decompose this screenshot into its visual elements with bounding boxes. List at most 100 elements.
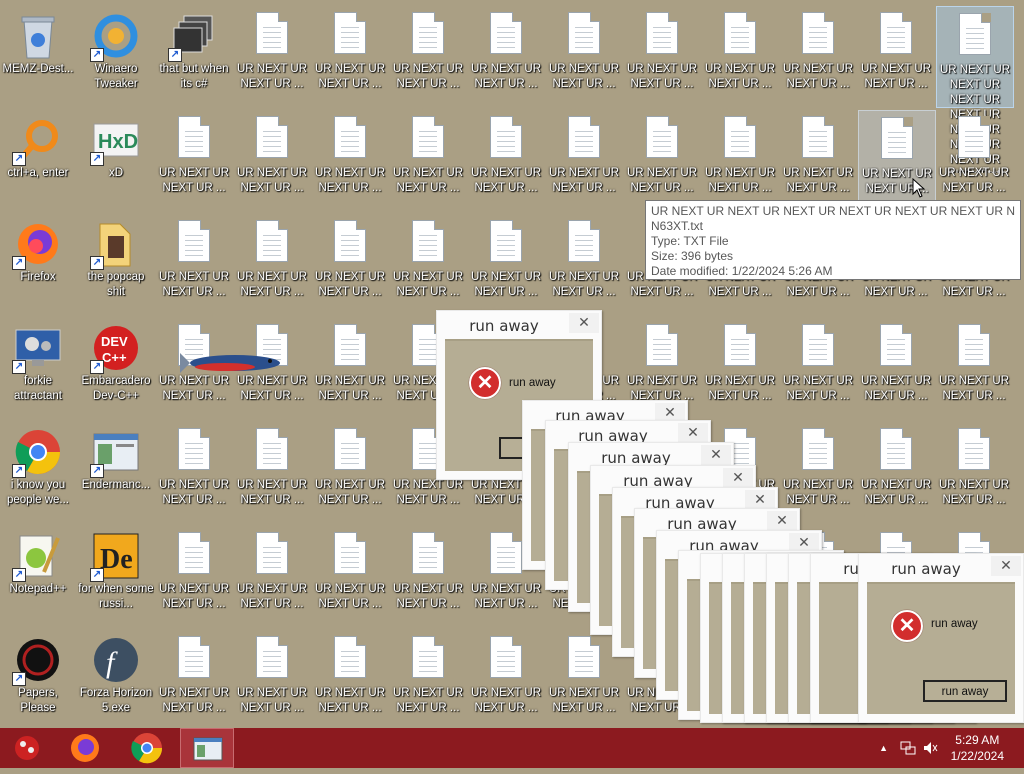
txt-file-icon-item[interactable]: UR NEXT UR NEXT UR ... xyxy=(468,214,544,314)
text-document-icon xyxy=(170,428,218,476)
desktop[interactable]: MEMZ-Dest... ↗ Winaero Tweaker ↗ that bu… xyxy=(0,0,1024,728)
desktop-icon-endermanch[interactable]: ↗ Endermanc... xyxy=(78,422,154,522)
dialog-close-button[interactable]: ✕ xyxy=(991,556,1021,576)
txt-file-icon-item[interactable]: UR NEXT UR NEXT UR ... xyxy=(780,6,856,106)
txt-file-icon-item[interactable]: UR NEXT UR NEXT UR ... xyxy=(156,110,232,210)
text-document-icon xyxy=(950,116,998,164)
txt-file-icon-item[interactable]: UR NEXT UR NEXT UR ... xyxy=(780,422,856,522)
txt-file-icon-item[interactable]: UR NEXT UR NEXT UR ... xyxy=(936,422,1012,522)
desktop-icon-devcpp[interactable]: DEV C++ ↗ Embarcadero Dev-C++ xyxy=(78,318,154,418)
shortcut-arrow-icon: ↗ xyxy=(12,672,26,686)
txt-file-icon-item[interactable]: UR NEXT UR NEXT UR ... xyxy=(702,110,778,210)
volume-muted-icon[interactable] xyxy=(922,740,938,756)
windows-stack-icon: ↗ xyxy=(168,12,218,62)
desktop-icon-forkie[interactable]: ↗ forkie attractant xyxy=(0,318,76,418)
txt-file-icon-item[interactable]: UR NEXT UR NEXT UR ... xyxy=(468,110,544,210)
txt-file-icon-item[interactable]: UR NEXT UR NEXT UR ... xyxy=(546,110,622,210)
text-document-icon xyxy=(326,532,374,580)
txt-file-icon-item[interactable]: UR NEXT UR NEXT UR ... xyxy=(234,110,310,210)
dialog-close-button[interactable]: ✕ xyxy=(569,313,599,333)
desktop-icon-xd[interactable]: HxD ↗ xD xyxy=(78,110,154,210)
txt-file-icon-item[interactable]: UR NEXT UR NEXT UR ... xyxy=(702,6,778,106)
desktop-icon-firefox[interactable]: ↗ Firefox xyxy=(0,214,76,314)
shortcut-arrow-icon: ↗ xyxy=(12,152,26,166)
desktop-icon-popcap[interactable]: ↗ the popcap shit xyxy=(78,214,154,314)
txt-file-icon-item[interactable]: UR NEXT UR NEXT UR ... xyxy=(858,318,934,418)
txt-file-icon-item[interactable]: UR NEXT UR NEXT UR ... xyxy=(468,630,544,728)
text-document-icon xyxy=(404,12,452,60)
txt-file-icon-item[interactable]: UR NEXT UR NEXT UR ... xyxy=(624,110,700,210)
txt-file-icon-item[interactable]: UR NEXT UR NEXT UR ... xyxy=(390,214,466,314)
text-document-icon xyxy=(950,428,998,476)
text-document-icon xyxy=(560,116,608,164)
txt-file-icon-item[interactable]: UR NEXT UR NEXT UR ... xyxy=(312,6,388,106)
txt-file-icon-item[interactable]: UR NEXT UR NEXT UR ... xyxy=(234,526,310,626)
txt-file-icon-item[interactable]: UR NEXT UR NEXT UR ... xyxy=(156,630,232,728)
taskbar-firefox[interactable] xyxy=(58,728,112,768)
text-document-icon xyxy=(248,636,296,684)
dialog-close-button[interactable]: ✕ xyxy=(678,423,708,443)
txt-file-icon-item[interactable]: UR NEXT UR NEXT UR ... xyxy=(858,6,934,106)
desktop-icon-forza[interactable]: f Forza Horizon 5.exe xyxy=(78,630,154,728)
txt-file-icon-item[interactable]: UR NEXT UR NEXT UR ... xyxy=(390,110,466,210)
text-document-icon xyxy=(872,12,920,60)
txt-file-icon-item[interactable]: UR NEXT UR NEXT UR ... xyxy=(312,214,388,314)
txt-file-icon-item[interactable]: UR NEXT UR NEXT UR ... xyxy=(624,6,700,106)
txt-file-icon-item[interactable]: UR NEXT UR NEXT UR ... xyxy=(156,422,232,522)
desktop-icon-chrome[interactable]: ↗ i know you people we... xyxy=(0,422,76,522)
txt-file-icon-item[interactable]: UR NEXT UR NEXT UR ... xyxy=(858,422,934,522)
txt-file-icon-item[interactable]: UR NEXT UR NEXT UR ... xyxy=(156,214,232,314)
tray-show-hidden-button[interactable]: ▲ xyxy=(879,743,888,753)
taskbar-memz[interactable] xyxy=(0,728,54,768)
run-away-dialog[interactable]: run away ✕ ✕ run away run away xyxy=(858,553,1024,723)
txt-file-icon-item[interactable]: UR NEXT UR NEXT UR ... xyxy=(468,6,544,106)
txt-file-icon-item[interactable]: UR NEXT UR NEXT UR ... xyxy=(390,6,466,106)
txt-file-icon-item[interactable]: UR NEXT UR NEXT UR ... xyxy=(780,318,856,418)
txt-file-icon-item[interactable]: UR NEXT UR NEXT UR ... xyxy=(780,110,856,210)
text-document-icon xyxy=(404,220,452,268)
desktop-icon-winaero[interactable]: ↗ Winaero Tweaker xyxy=(78,6,154,106)
txt-file-icon-item[interactable]: UR NEXT UR NEXT UR ... xyxy=(390,630,466,728)
txt-file-icon-item[interactable]: UR NEXT UR NEXT UR ... xyxy=(234,630,310,728)
desktop-icon-memz[interactable]: MEMZ-Dest... xyxy=(0,6,76,106)
taskbar-clock[interactable]: 5:29 AM 1/22/2024 xyxy=(951,732,1004,764)
error-icon: ✕ xyxy=(469,367,501,399)
txt-file-icon-item[interactable]: UR NEXT UR NEXT UR ... xyxy=(312,526,388,626)
txt-file-icon-item[interactable]: UR NEXT UR NEXT UR ... xyxy=(312,318,388,418)
text-document-icon xyxy=(873,117,921,165)
txt-file-icon-item[interactable]: UR NEXT UR NEXT UR ... xyxy=(936,318,1012,418)
run-away-button[interactable]: run away xyxy=(923,680,1007,702)
txt-file-icon-item[interactable]: UR NEXT UR NEXT UR ... xyxy=(234,422,310,522)
dialog-close-button[interactable]: ✕ xyxy=(723,468,753,488)
txt-file-icon-item[interactable]: UR NEXT UR NEXT UR ... xyxy=(546,214,622,314)
dialog-frame xyxy=(745,582,753,722)
network-icon[interactable] xyxy=(900,740,916,756)
txt-file-icon-item[interactable]: UR NEXT UR NEXT UR ... xyxy=(312,630,388,728)
desktop-icon-notepadpp[interactable]: ↗ Notepad++ xyxy=(0,526,76,626)
desktop-icon-that-but-csharp[interactable]: ↗ that but when its c# xyxy=(156,6,232,106)
dialog-close-button[interactable]: ✕ xyxy=(767,511,797,531)
txt-file-icon-item[interactable]: UR NEXT UR NEXT UR ... xyxy=(546,6,622,106)
text-document-icon xyxy=(794,12,842,60)
txt-file-icon-item[interactable]: UR NEXT UR NEXT UR ... xyxy=(702,318,778,418)
txt-file-icon-item[interactable]: UR NEXT UR NEXT UR ... xyxy=(312,110,388,210)
dialog-close-button[interactable]: ✕ xyxy=(745,490,775,510)
dialog-message: run away xyxy=(509,377,556,389)
txt-file-icon-item[interactable]: UR NEXT UR NEXT UR ... xyxy=(234,6,310,106)
taskbar-chrome[interactable] xyxy=(120,728,174,768)
txt-file-icon-item[interactable]: UR NEXT UR NEXT UR NEXT UR NEXT UR NEXT … xyxy=(936,6,1014,173)
txt-file-icon-item[interactable]: UR NEXT UR NEXT UR ... xyxy=(936,110,1012,210)
txt-file-icon-item[interactable]: UR NEXT UR NEXT UR ... xyxy=(390,526,466,626)
txt-file-icon-item[interactable]: UR NEXT UR NEXT UR ... xyxy=(312,422,388,522)
desktop-icon-ctrl-a-enter[interactable]: ↗ ctrl+a, enter xyxy=(0,110,76,210)
desktop-icon-die[interactable]: De ↗ for when some russi... xyxy=(78,526,154,626)
text-document-icon xyxy=(248,220,296,268)
desktop-icon-papers-please[interactable]: ↗ Papers, Please xyxy=(0,630,76,728)
taskbar-app-window[interactable] xyxy=(180,728,234,768)
svg-text:DEV: DEV xyxy=(101,334,128,349)
shortcut-arrow-icon: ↗ xyxy=(12,568,26,582)
txt-file-icon-item[interactable]: UR NEXT UR NEXT UR ... xyxy=(546,630,622,728)
txt-file-icon-item[interactable]: UR NEXT UR NEXT UR ... xyxy=(156,526,232,626)
txt-file-icon-item[interactable]: UR NEXT UR NEXT UR ... xyxy=(234,214,310,314)
dialog-close-button[interactable]: ✕ xyxy=(701,445,731,465)
